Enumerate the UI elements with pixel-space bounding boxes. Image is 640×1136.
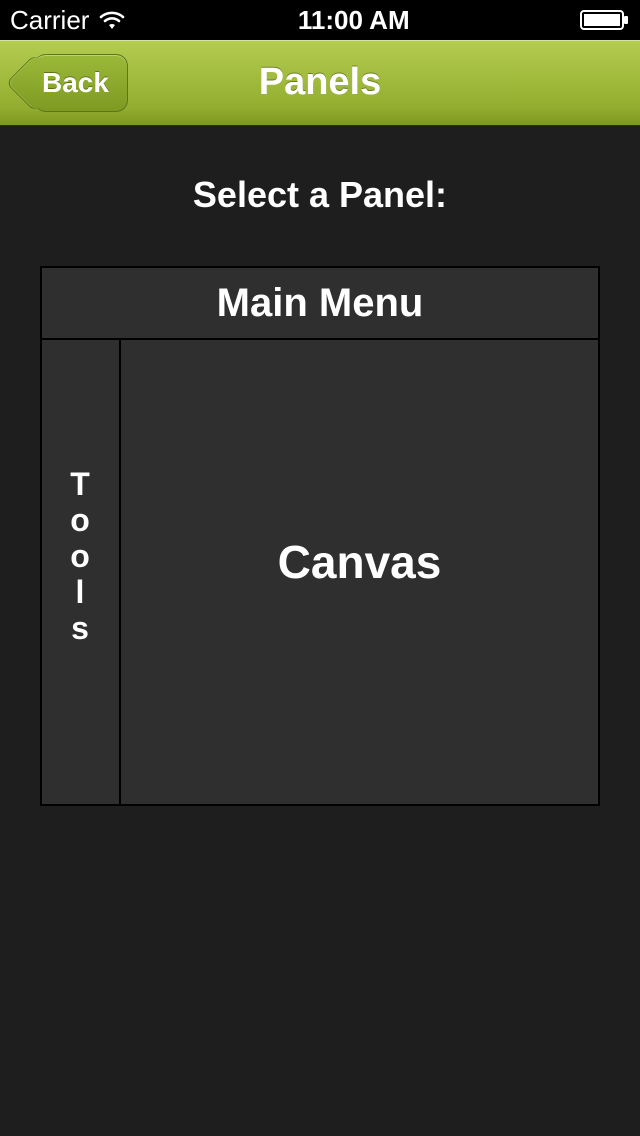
carrier-label: Carrier xyxy=(10,5,89,36)
status-left: Carrier xyxy=(10,5,127,36)
content-area: Select a Panel: Main Menu T o o l s Canv… xyxy=(0,126,640,836)
tools-letter: o xyxy=(70,502,91,538)
battery-icon xyxy=(580,9,630,31)
tools-letter: l xyxy=(76,574,86,610)
panel-grid: Main Menu T o o l s Canvas xyxy=(40,266,600,806)
back-button[interactable]: Back xyxy=(12,54,128,112)
back-button-label: Back xyxy=(42,67,109,99)
section-heading: Select a Panel: xyxy=(40,174,600,216)
status-right xyxy=(580,9,630,31)
panel-tools[interactable]: T o o l s xyxy=(40,340,121,806)
panel-canvas-label: Canvas xyxy=(278,535,442,589)
page-title: Panels xyxy=(259,61,382,104)
tools-letter: T xyxy=(70,466,91,502)
tools-letter: s xyxy=(71,610,90,646)
panel-canvas[interactable]: Canvas xyxy=(121,340,600,806)
panel-main-menu[interactable]: Main Menu xyxy=(40,266,600,340)
nav-bar: Back Panels xyxy=(0,40,640,126)
status-bar: Carrier 11:00 AM xyxy=(0,0,640,40)
tools-letter: o xyxy=(70,538,91,574)
status-time: 11:00 AM xyxy=(298,5,410,36)
panel-main-menu-label: Main Menu xyxy=(217,281,424,326)
wifi-icon xyxy=(97,9,127,31)
